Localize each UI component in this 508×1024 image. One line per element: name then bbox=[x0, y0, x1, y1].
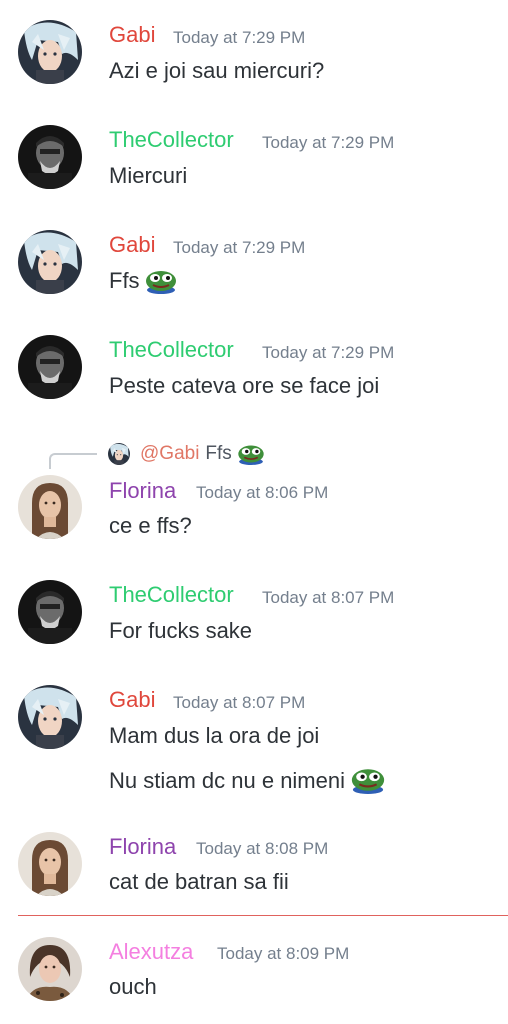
avatar-thecollector[interactable] bbox=[18, 580, 82, 644]
author-name[interactable]: Florina bbox=[109, 834, 176, 860]
message-text: ouch bbox=[109, 974, 157, 999]
message-text: Azi e joi sau miercuri? bbox=[109, 58, 325, 83]
author-name[interactable]: Florina bbox=[109, 478, 176, 504]
timestamp: Today at 8:08 PM bbox=[196, 839, 329, 858]
message-text: ce e ffs? bbox=[109, 513, 192, 538]
author-name[interactable]: Gabi bbox=[109, 687, 155, 713]
avatar-gabi[interactable] bbox=[18, 685, 82, 749]
timestamp: Today at 7:29 PM bbox=[173, 28, 306, 47]
author-name[interactable]: TheCollector bbox=[109, 582, 234, 608]
author-name[interactable]: Gabi bbox=[109, 232, 155, 258]
reply-text: Ffs bbox=[205, 443, 232, 464]
timestamp: Today at 8:06 PM bbox=[196, 483, 329, 502]
reply-mention[interactable]: @Gabi bbox=[140, 443, 199, 465]
peepo-emoji[interactable] bbox=[144, 268, 178, 294]
message-text: cat de batran sa fii bbox=[109, 869, 289, 894]
message-text: Ffs bbox=[109, 268, 178, 294]
author-name[interactable]: TheCollector bbox=[109, 337, 234, 363]
timestamp: Today at 7:29 PM bbox=[173, 238, 306, 257]
message-text-content: Nu stiam dc nu e nimeni bbox=[109, 768, 345, 793]
message-text: Miercuri bbox=[109, 163, 188, 188]
reply-preview[interactable]: @Gabi Ffs bbox=[108, 441, 266, 467]
message-text: Mam dus la ora de joi bbox=[109, 723, 320, 748]
avatar-alexutza[interactable] bbox=[18, 937, 82, 1001]
message-text-content: Ffs bbox=[109, 268, 140, 293]
reply-connector bbox=[49, 453, 97, 469]
message-text: For fucks sake bbox=[109, 618, 253, 643]
peepo-emoji bbox=[236, 443, 266, 465]
avatar-gabi[interactable] bbox=[18, 20, 82, 84]
timestamp: Today at 8:07 PM bbox=[262, 588, 395, 607]
timestamp: Today at 8:09 PM bbox=[217, 944, 350, 963]
avatar-thecollector[interactable] bbox=[18, 335, 82, 399]
message-text: Peste cateva ore se face joi bbox=[109, 373, 380, 398]
timestamp: Today at 8:07 PM bbox=[173, 693, 306, 712]
message-text: Nu stiam dc nu e nimeni bbox=[109, 766, 387, 794]
avatar-florina[interactable] bbox=[18, 475, 82, 539]
author-name[interactable]: Alexutza bbox=[109, 939, 193, 965]
avatar-gabi[interactable] bbox=[18, 230, 82, 294]
timestamp: Today at 7:29 PM bbox=[262, 343, 395, 362]
avatar-florina[interactable] bbox=[18, 832, 82, 896]
new-messages-divider bbox=[18, 915, 508, 916]
author-name[interactable]: TheCollector bbox=[109, 127, 234, 153]
peepo-sad-emoji[interactable] bbox=[349, 766, 387, 794]
avatar-thecollector[interactable] bbox=[18, 125, 82, 189]
reply-avatar bbox=[108, 443, 130, 465]
timestamp: Today at 7:29 PM bbox=[262, 133, 395, 152]
author-name[interactable]: Gabi bbox=[109, 22, 155, 48]
